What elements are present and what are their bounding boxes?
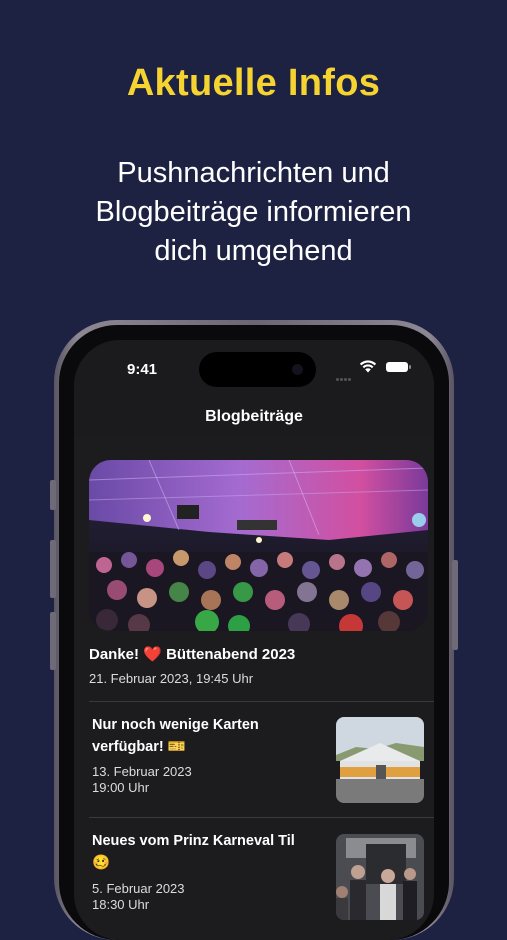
phone-bezel: 9:41 Blogbeiträge Danke! ❤️ Büttenabend … [59, 325, 449, 940]
phone-button-action [50, 480, 56, 510]
featured-post-image[interactable] [89, 460, 428, 631]
featured-post-title-prefix: Danke! [89, 646, 140, 663]
concert-crowd-image [89, 460, 428, 631]
post-date-line1: 5. Februar 2023 [92, 881, 185, 896]
battery-icon [386, 362, 411, 372]
cellular-signal-icon [336, 368, 352, 386]
post-title: Nur noch wenige Karten verfügbar! 🎫 [92, 714, 302, 758]
phone-button-volume-down [50, 612, 56, 670]
post-date-line1: 13. Februar 2023 [92, 764, 192, 779]
promo-headline: Aktuelle Infos [126, 62, 381, 104]
dynamic-island [199, 352, 316, 387]
app-screen: 9:41 Blogbeiträge Danke! ❤️ Büttenabend … [74, 340, 434, 940]
people-group-image [336, 834, 424, 920]
list-divider [89, 701, 434, 702]
post-title: Neues vom Prinz Karneval Til 🥴 [92, 830, 302, 874]
list-divider [89, 817, 434, 818]
promo-subline: Pushnachrichten und Blogbeiträge informi… [40, 154, 467, 271]
status-time: 9:41 [127, 361, 158, 378]
front-camera-icon [292, 364, 303, 375]
post-date: 13. Februar 2023 19:00 Uhr [92, 764, 192, 796]
post-title-line1: Nur noch wenige Karten [92, 717, 259, 733]
post-date: 5. Februar 2023 18:30 Uhr [92, 881, 185, 913]
featured-post-title[interactable]: Danke! ❤️ Büttenabend 2023 [89, 645, 295, 663]
promo-subline-line1: Pushnachrichten und [117, 157, 390, 189]
phone-button-volume-up [50, 540, 56, 598]
post-date-line2: 18:30 Uhr [92, 897, 150, 912]
post-date-line2: 19:00 Uhr [92, 780, 150, 795]
post-title-line2: verfügbar! 🎫 [92, 739, 186, 755]
phone-button-power [452, 560, 458, 650]
promo-subline-line2: Blogbeiträge informieren [95, 196, 412, 228]
phone-frame: 9:41 Blogbeiträge Danke! ❤️ Büttenabend … [50, 320, 458, 940]
heart-emoji: ❤️ [143, 646, 162, 663]
promo-subline-line3: dich umgehend [154, 235, 353, 267]
featured-post-title-suffix: Büttenabend 2023 [166, 646, 296, 663]
nav-title: Blogbeiträge [205, 408, 303, 425]
post-title-line2: 🥴 [92, 855, 111, 871]
post-thumbnail [336, 834, 424, 920]
hall-tent-image [336, 717, 424, 803]
post-title-line1: Neues vom Prinz Karneval Til [92, 833, 295, 849]
wifi-icon [359, 360, 377, 373]
post-thumbnail [336, 717, 424, 803]
featured-post-date: 21. Februar 2023, 19:45 Uhr [89, 671, 254, 686]
status-bar: 9:41 Blogbeiträge [74, 340, 434, 436]
